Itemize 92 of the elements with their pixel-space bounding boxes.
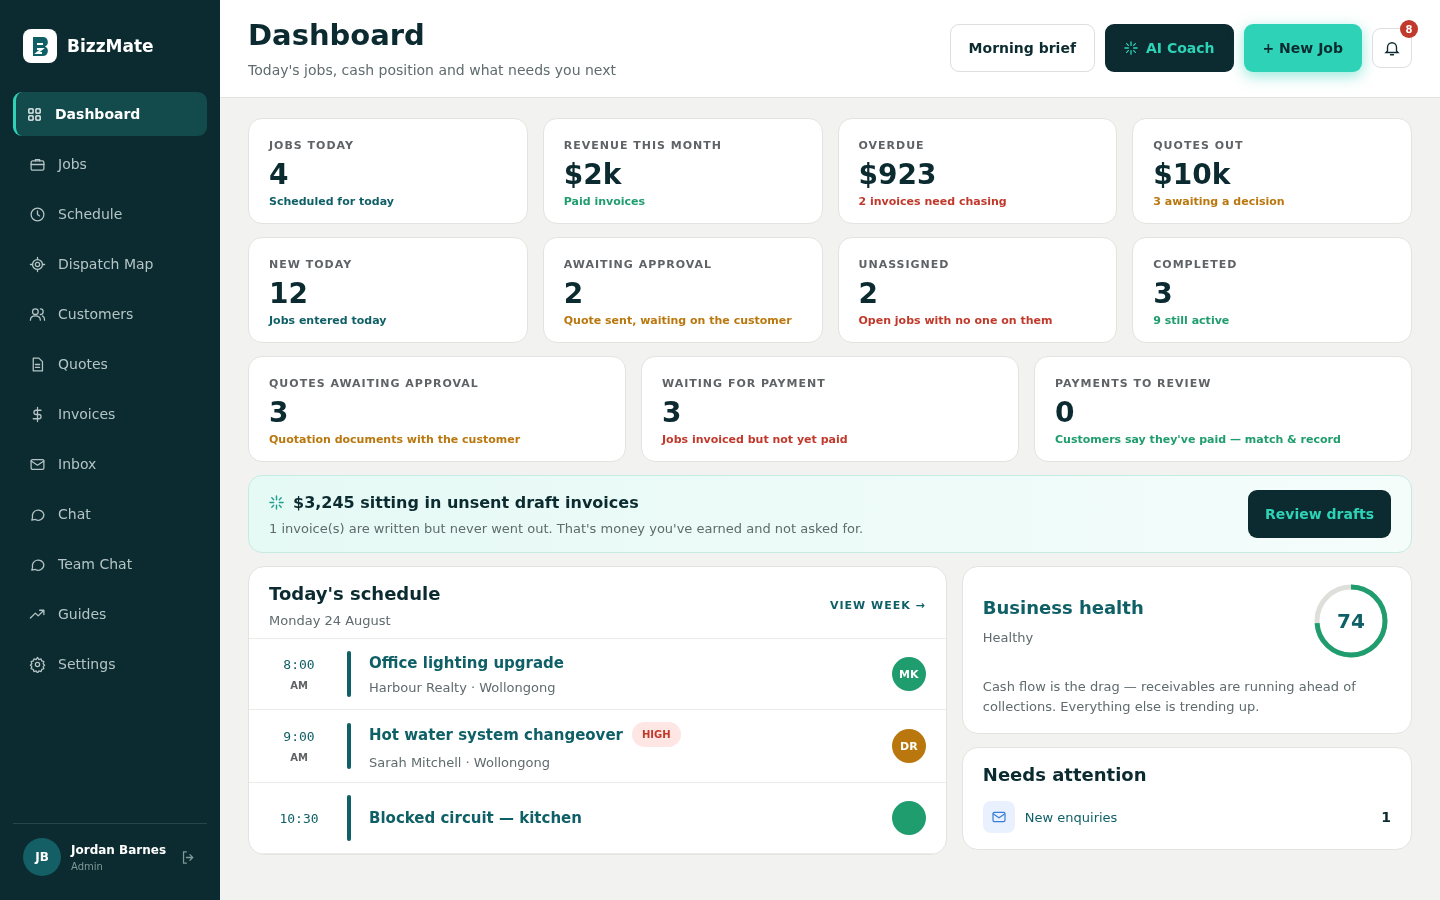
page-title: Dashboard <box>248 18 426 52</box>
job-title[interactable]: Office lighting upgrade <box>369 653 564 672</box>
stat-value: 3 <box>662 396 683 429</box>
stat-value: $10k <box>1153 158 1232 191</box>
stat-note: Open jobs with no one on them <box>858 314 1054 327</box>
stat-value: 12 <box>269 277 309 310</box>
new-job-button[interactable]: + New Job <box>1243 24 1362 72</box>
stat-label: WAITING FOR PAYMENT <box>662 377 827 390</box>
stat-value: $923 <box>858 158 938 191</box>
stat-value: 4 <box>269 158 290 191</box>
stat-note: Scheduled for today <box>269 195 395 208</box>
nav-item[interactable]: Customers <box>13 292 207 336</box>
health-score: 74 <box>1337 611 1365 631</box>
stat-value: 2 <box>563 277 585 310</box>
nav-item[interactable]: Guides <box>13 592 207 636</box>
health-status: Healthy <box>982 630 1035 645</box>
stat-label: JOBS TODAY <box>269 139 355 152</box>
nav-item[interactable]: Team Chat <box>13 542 207 586</box>
user-name: Jordan Barnes <box>71 842 168 857</box>
job-title[interactable]: Blocked circuit — kitchen <box>369 809 582 827</box>
stat-note: Quotation documents with the customer <box>269 433 522 446</box>
users-icon <box>29 305 46 323</box>
stat-label: QUOTES AWAITING APPROVAL <box>269 377 480 390</box>
ai-coach-button[interactable]: AI Coach <box>1105 24 1234 72</box>
job-detail: Sarah Mitchell · Wollongong <box>369 755 551 770</box>
stat-label: PAYMENTS TO REVIEW <box>1055 377 1213 390</box>
sparkle-icon <box>1124 41 1138 55</box>
nav-item[interactable]: Schedule <box>13 192 207 236</box>
stat-label: REVENUE THIS MONTH <box>563 139 723 152</box>
job-detail: Harbour Realty · Wollongong <box>369 679 557 695</box>
stat-value: $2k <box>563 158 623 191</box>
job-time: 9:00 <box>283 729 315 744</box>
stat-note: 3 awaiting a decision <box>1153 195 1286 208</box>
stat-note: 9 still active <box>1153 314 1231 327</box>
sparkle-icon <box>269 494 284 510</box>
stat-label: NEW TODAY <box>269 258 354 271</box>
view-week-link[interactable]: VIEW WEEK → <box>830 599 926 612</box>
stat-note: Quote sent, waiting on the customer <box>563 314 793 327</box>
job-time: 10:30 <box>279 810 319 826</box>
stat-label: COMPLETED <box>1153 258 1239 271</box>
user-role: Admin <box>71 860 104 872</box>
settings-icon <box>29 655 46 673</box>
stat-value: 2 <box>858 277 879 310</box>
assignee-avatar: DR <box>891 729 926 763</box>
banner-text: 1 invoice(s) are written but never went out. That's money you've earned and not asked for. <box>269 520 864 536</box>
attention-item[interactable]: New enquiries <box>1024 809 1372 825</box>
priority-badge: HIGH <box>631 722 681 747</box>
job-period: AM <box>290 680 308 691</box>
stat-value: 0 <box>1055 396 1076 429</box>
grid-icon <box>26 105 43 123</box>
stat-note: Customers say they've paid — match & record <box>1055 433 1342 446</box>
logout-icon[interactable] <box>180 848 197 866</box>
mail-icon <box>982 801 1015 833</box>
attention-count: 1 <box>1381 809 1391 825</box>
stat-label: AWAITING APPROVAL <box>563 258 714 271</box>
nav-item[interactable]: Settings <box>13 642 207 686</box>
job-title[interactable]: Hot water system changeover <box>369 725 623 744</box>
stat-label: QUOTES OUT <box>1153 139 1245 152</box>
banner-title: $3,245 sitting in unsent draft invoices <box>293 492 639 512</box>
health-text: Cash flow is the drag — receivables are running ahead of collections. Everything else is trending up. <box>982 678 1357 716</box>
nav-item[interactable]: Quotes <box>13 342 207 386</box>
page-subtitle: Today's jobs, cash position and what needs you next <box>248 62 616 78</box>
stat-label: UNASSIGNED <box>858 258 951 271</box>
stat-note: Jobs entered today <box>269 314 388 327</box>
target-icon <box>29 255 46 273</box>
user-avatar: JB <box>23 838 61 876</box>
nav-item[interactable]: Dispatch Map <box>13 242 207 286</box>
nav-item[interactable]: Chat <box>13 492 207 536</box>
bell-icon <box>1383 39 1401 57</box>
schedule-date: Monday 24 August <box>269 613 392 628</box>
review-drafts-button[interactable]: Review drafts <box>1248 490 1391 538</box>
stat-value: 3 <box>1153 277 1174 310</box>
nav-item[interactable]: Inbox <box>13 442 207 486</box>
nav-item[interactable]: Dashboard <box>13 92 207 136</box>
attention-title: Needs attention <box>982 764 1148 785</box>
schedule-title: Today's schedule <box>269 583 441 604</box>
nav-item[interactable]: Invoices <box>13 392 207 436</box>
stat-value: 3 <box>269 396 290 429</box>
nav-item[interactable]: Jobs <box>13 142 207 186</box>
brand-name: BizzMate <box>67 36 154 56</box>
stat-note: Paid invoices <box>563 195 647 208</box>
logo-icon <box>23 29 57 63</box>
stat-note: 2 invoices need chasing <box>858 195 1008 208</box>
health-title: Business health <box>982 597 1144 618</box>
stat-label: OVERDUE <box>858 139 926 152</box>
clock-icon <box>29 205 46 223</box>
notification-badge: 8 <box>1400 20 1418 38</box>
job-time: 8:00 <box>283 657 315 672</box>
assignee-avatar: MK <box>891 657 926 691</box>
stat-note: Jobs invoiced but not yet paid <box>662 433 849 446</box>
morning-brief-button[interactable]: Morning brief <box>949 24 1095 72</box>
job-period: AM <box>290 752 308 763</box>
